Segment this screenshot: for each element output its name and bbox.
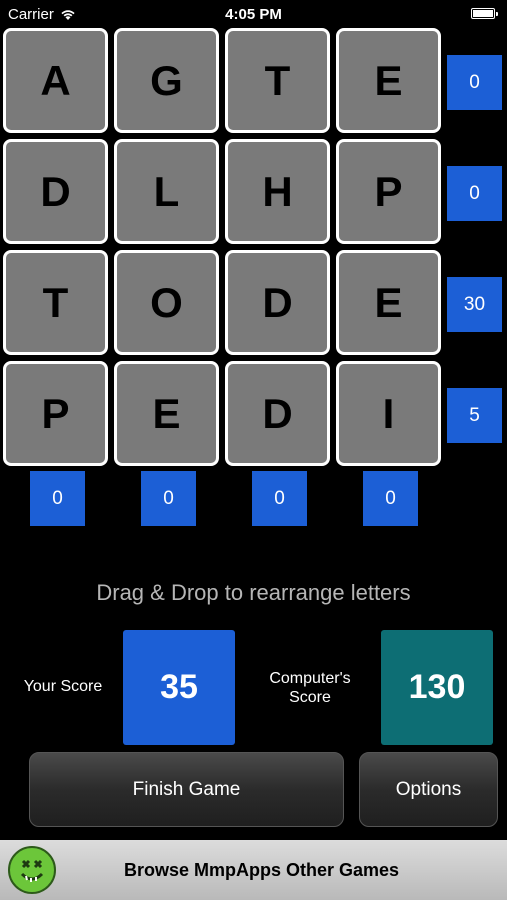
letter-tile[interactable]: D xyxy=(225,361,330,466)
letter-tile[interactable]: G xyxy=(114,28,219,133)
column-score-badge: 0 xyxy=(30,471,85,526)
letter-tile[interactable]: L xyxy=(114,139,219,244)
letter-tile[interactable]: E xyxy=(336,28,441,133)
letter-tile[interactable]: A xyxy=(3,28,108,133)
letter-tile[interactable]: E xyxy=(336,250,441,355)
computer-score-label: Computer's Score xyxy=(255,669,365,707)
row-score-badge: 0 xyxy=(447,166,502,221)
row-score-badge: 5 xyxy=(447,388,502,443)
letter-tile[interactable]: I xyxy=(336,361,441,466)
your-score-value: 35 xyxy=(123,630,235,745)
instruction-text: Drag & Drop to rearrange letters xyxy=(96,580,411,605)
computer-score-label-line2: Score xyxy=(289,689,331,706)
letter-tile[interactable]: T xyxy=(225,28,330,133)
letter-tile[interactable]: H xyxy=(225,139,330,244)
status-bar: Carrier 4:05 PM xyxy=(0,0,507,28)
row-score-badge: 30 xyxy=(447,277,502,332)
column-score-badge: 0 xyxy=(363,471,418,526)
options-button[interactable]: Options xyxy=(359,752,498,827)
letter-tile[interactable]: D xyxy=(225,250,330,355)
banner-text: Browse MmpApps Other Games xyxy=(123,859,400,880)
computer-score-value: 130 xyxy=(381,630,493,745)
ad-banner[interactable]: Browse MmpApps Other Games xyxy=(0,840,507,900)
letter-tile[interactable]: P xyxy=(3,361,108,466)
finish-game-button[interactable]: Finish Game xyxy=(29,752,344,827)
battery-icon xyxy=(471,8,498,19)
letter-tile[interactable]: E xyxy=(114,361,219,466)
letter-tile[interactable]: T xyxy=(3,250,108,355)
status-time: 4:05 PM xyxy=(225,6,282,23)
row-score-badge: 0 xyxy=(447,55,502,110)
column-score-badge: 0 xyxy=(252,471,307,526)
your-score-label: Your Score xyxy=(23,678,103,695)
letter-tile[interactable]: D xyxy=(3,139,108,244)
monster-logo-icon xyxy=(8,846,56,894)
letter-tile[interactable]: P xyxy=(336,139,441,244)
computer-score-label-line1: Computer's xyxy=(269,670,351,687)
column-score-badge: 0 xyxy=(141,471,196,526)
letter-tile[interactable]: O xyxy=(114,250,219,355)
